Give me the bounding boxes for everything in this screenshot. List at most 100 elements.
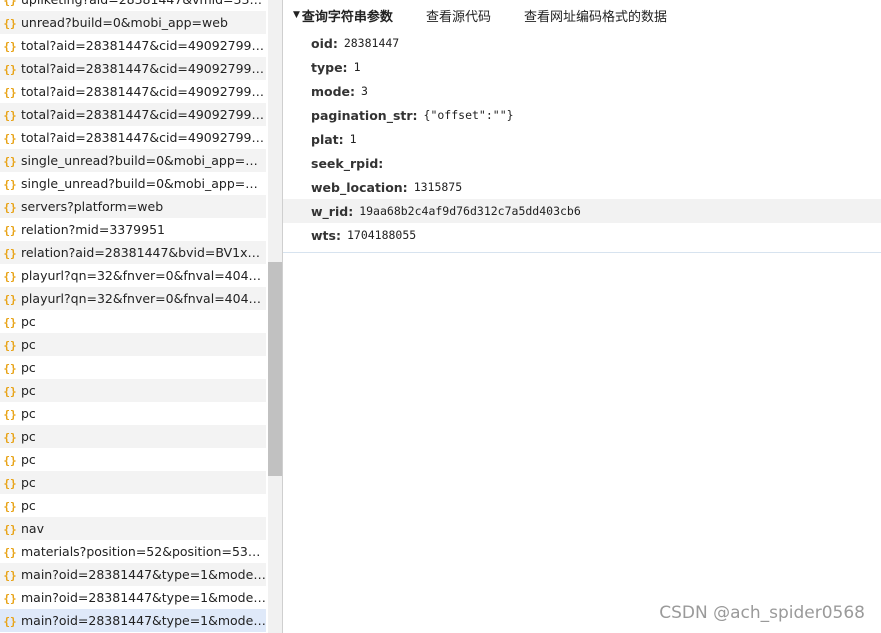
xhr-braces-icon: {} bbox=[3, 384, 17, 398]
section-divider bbox=[283, 252, 881, 253]
watermark: CSDN @ach_spider0568 bbox=[659, 603, 865, 623]
xhr-braces-icon: {} bbox=[3, 16, 17, 30]
request-name: upliketing?aid=28381447&vmid=33799... bbox=[21, 0, 266, 7]
request-row[interactable]: {} unread?build=0&mobi_app=web bbox=[0, 11, 266, 34]
request-row[interactable]: {} pc bbox=[0, 356, 266, 379]
request-name: single_unread?build=0&mobi_app=we... bbox=[21, 176, 266, 191]
request-row[interactable]: {} total?aid=28381447&cid=49092799&b... bbox=[0, 80, 266, 103]
param-key: mode: bbox=[311, 83, 356, 99]
triangle-down-icon: ▼ bbox=[293, 10, 300, 20]
scrollbar-thumb[interactable] bbox=[268, 262, 282, 476]
svg-text:{}: {} bbox=[3, 408, 16, 421]
request-name: materials?position=52&position=53&pl... bbox=[21, 544, 266, 559]
request-name: total?aid=28381447&cid=49092799&b... bbox=[21, 38, 266, 53]
request-row[interactable]: {} main?oid=28381447&type=1&mode=3... bbox=[0, 563, 266, 586]
xhr-braces-icon: {} bbox=[3, 361, 17, 375]
request-row[interactable]: {} materials?position=52&position=53&pl..… bbox=[0, 540, 266, 563]
param-key: type: bbox=[311, 59, 348, 75]
xhr-braces-icon: {} bbox=[3, 108, 17, 122]
xhr-braces-icon: {} bbox=[3, 39, 17, 53]
request-row[interactable]: {} total?aid=28381447&cid=49092799&b... bbox=[0, 34, 266, 57]
xhr-braces-icon: {} bbox=[3, 223, 17, 237]
param-value: 28381447 bbox=[343, 36, 400, 50]
param-row: w_rid: 19aa68b2c4af9d76d312c7a5dd403cb6 bbox=[283, 199, 881, 223]
xhr-braces-icon: {} bbox=[3, 85, 17, 99]
xhr-braces-icon: {} bbox=[3, 200, 17, 214]
request-row[interactable]: {} single_unread?build=0&mobi_app=we... bbox=[0, 172, 266, 195]
request-row[interactable]: {} pc bbox=[0, 494, 266, 517]
param-row: mode: 3 bbox=[283, 79, 881, 103]
param-value: 1704188055 bbox=[346, 228, 417, 242]
request-row[interactable]: {} nav bbox=[0, 517, 266, 540]
xhr-braces-icon: {} bbox=[3, 545, 17, 559]
view-source-link[interactable]: 查看源代码 bbox=[426, 6, 491, 25]
request-name: single_unread?build=0&mobi_app=we... bbox=[21, 153, 266, 168]
xhr-braces-icon: {} bbox=[3, 62, 17, 76]
view-url-encoded-link[interactable]: 查看网址编码格式的数据 bbox=[524, 6, 667, 25]
request-row[interactable]: {} total?aid=28381447&cid=49092799&b... bbox=[0, 103, 266, 126]
svg-text:{}: {} bbox=[3, 615, 16, 628]
request-row[interactable]: {} pc bbox=[0, 471, 266, 494]
request-row[interactable]: {} main?oid=28381447&type=1&mode=3... bbox=[0, 586, 266, 609]
xhr-braces-icon: {} bbox=[3, 131, 17, 145]
xhr-braces-icon: {} bbox=[3, 430, 17, 444]
xhr-braces-icon: {} bbox=[3, 522, 17, 536]
svg-text:{}: {} bbox=[3, 316, 16, 329]
request-row[interactable]: {} pc bbox=[0, 333, 266, 356]
request-row[interactable]: {} servers?platform=web bbox=[0, 195, 266, 218]
request-name: relation?mid=3379951 bbox=[21, 222, 165, 237]
request-name: pc bbox=[21, 406, 36, 421]
svg-text:{}: {} bbox=[3, 132, 16, 145]
request-row[interactable]: {} pc bbox=[0, 448, 266, 471]
svg-text:{}: {} bbox=[3, 500, 16, 513]
request-name: nav bbox=[21, 521, 44, 536]
request-row[interactable]: {} main?oid=28381447&type=1&mode=3... bbox=[0, 609, 266, 632]
svg-text:{}: {} bbox=[3, 592, 16, 605]
param-row: web_location: 1315875 bbox=[283, 175, 881, 199]
request-row[interactable]: {} upliketing?aid=28381447&vmid=33799... bbox=[0, 0, 266, 11]
xhr-braces-icon: {} bbox=[3, 453, 17, 467]
request-name: pc bbox=[21, 383, 36, 398]
param-key: oid: bbox=[311, 35, 338, 51]
request-row[interactable]: {} playurl?qn=32&fnver=0&fnval=4048&f... bbox=[0, 264, 266, 287]
request-name: total?aid=28381447&cid=49092799&b... bbox=[21, 84, 266, 99]
request-row[interactable]: {} relation?mid=3379951 bbox=[0, 218, 266, 241]
payload-header: ▼ 查询字符串参数 查看源代码 查看网址编码格式的数据 bbox=[283, 0, 881, 30]
param-value: 3 bbox=[361, 84, 368, 98]
param-value: {"offset":""} bbox=[423, 108, 514, 122]
svg-text:{}: {} bbox=[3, 155, 16, 168]
request-row[interactable]: {} pc bbox=[0, 425, 266, 448]
request-list: {}upliketing?aid=28381447&vmid=33799...{… bbox=[0, 0, 268, 633]
payload-panel: ▼ 查询字符串参数 查看源代码 查看网址编码格式的数据 oid: 28381447… bbox=[283, 0, 881, 633]
param-key: w_rid: bbox=[311, 203, 354, 219]
request-row[interactable]: {} relation?aid=28381447&bvid=BV1xs41... bbox=[0, 241, 266, 264]
svg-text:{}: {} bbox=[3, 523, 16, 536]
request-row[interactable]: {} pc bbox=[0, 310, 266, 333]
param-value: 1315875 bbox=[413, 180, 463, 194]
param-key: seek_rpid: bbox=[311, 155, 384, 171]
query-string-title: 查询字符串参数 bbox=[301, 9, 393, 25]
request-name: playurl?qn=32&fnver=0&fnval=4048&f... bbox=[21, 291, 266, 306]
request-name: total?aid=28381447&cid=49092799&b... bbox=[21, 61, 266, 76]
request-name: pc bbox=[21, 475, 36, 490]
request-row[interactable]: {} pc bbox=[0, 402, 266, 425]
request-row[interactable]: {} total?aid=28381447&cid=49092799&b... bbox=[0, 57, 266, 80]
param-row: pagination_str: {"offset":""} bbox=[283, 103, 881, 127]
xhr-braces-icon: {} bbox=[3, 315, 17, 329]
query-string-section-toggle[interactable]: ▼ 查询字符串参数 bbox=[293, 6, 393, 25]
svg-text:{}: {} bbox=[3, 247, 16, 260]
param-row: seek_rpid: bbox=[283, 151, 881, 175]
request-row[interactable]: {} playurl?qn=32&fnver=0&fnval=4048&f... bbox=[0, 287, 266, 310]
xhr-braces-icon: {} bbox=[3, 154, 17, 168]
xhr-braces-icon: {} bbox=[3, 591, 17, 605]
request-row[interactable]: {} pc bbox=[0, 379, 266, 402]
param-row: wts: 1704188055 bbox=[283, 223, 881, 247]
xhr-braces-icon: {} bbox=[3, 269, 17, 283]
svg-text:{}: {} bbox=[3, 270, 16, 283]
request-name: pc bbox=[21, 452, 36, 467]
request-name: unread?build=0&mobi_app=web bbox=[21, 15, 228, 30]
request-row[interactable]: {} single_unread?build=0&mobi_app=we... bbox=[0, 149, 266, 172]
request-row[interactable]: {} total?aid=28381447&cid=49092799&b... bbox=[0, 126, 266, 149]
param-row: oid: 28381447 bbox=[283, 31, 881, 55]
param-key: pagination_str: bbox=[311, 107, 418, 123]
